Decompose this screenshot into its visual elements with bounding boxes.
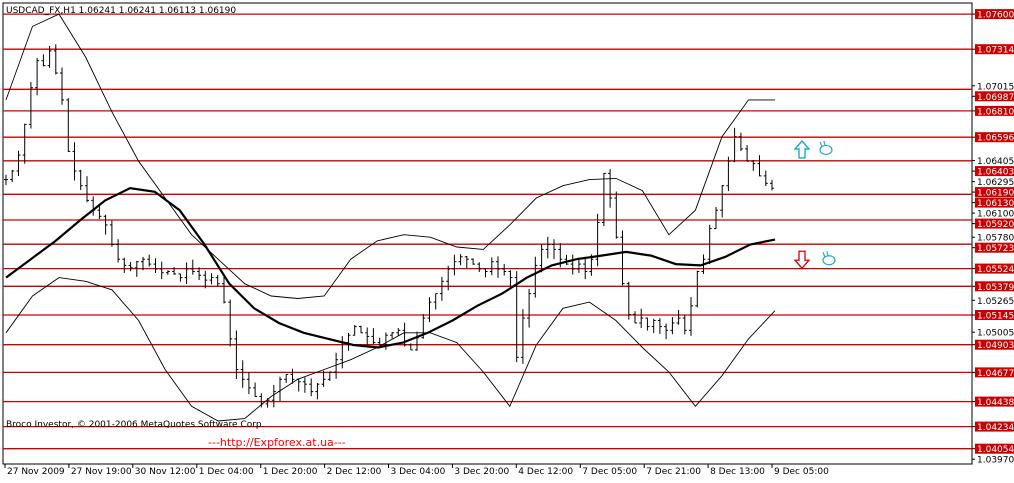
- price-tick-label: 1.05723: [977, 244, 1014, 254]
- watermark-link[interactable]: ---http://Expforex.at.ua---: [208, 436, 346, 449]
- time-tick-label: 9 Dec 05:00: [774, 467, 829, 477]
- price-tick-label: 1.06295: [977, 178, 1014, 188]
- price-tick-label: 1.05780: [977, 234, 1014, 244]
- price-tick-label: 1.04677: [977, 369, 1014, 379]
- time-tick-label: 8 Dec 13:00: [710, 467, 765, 477]
- symbol-info: USDCAD_FX,H1 1.06241 1.06241 1.06113 1.0…: [6, 6, 236, 16]
- price-tick-label: 1.05524: [977, 265, 1014, 275]
- time-tick-label: 1 Dec 04:00: [199, 467, 254, 477]
- price-tick-label: 1.04054: [977, 445, 1014, 455]
- price-tick-label: 1.06403: [977, 168, 1014, 178]
- price-tick-label: 1.07015: [977, 82, 1014, 92]
- price-tick-label: 1.06596: [977, 134, 1014, 144]
- price-tick-label: 1.05005: [977, 329, 1014, 339]
- price-tick-label: 1.04903: [977, 341, 1014, 351]
- price-tick-label: 1.06810: [977, 107, 1014, 117]
- price-tick-label: 1.05145: [977, 312, 1014, 322]
- price-tick-label: 1.03970: [977, 456, 1014, 466]
- time-tick-label: 7 Dec 05:00: [582, 467, 637, 477]
- price-tick-label: 1.05920: [977, 220, 1014, 230]
- price-chart[interactable]: 1.07600 1.07314 1.07015 1.06987 1.06810 1.065…: [0, 0, 1014, 479]
- time-tick-label: 27 Nov 2009: [7, 467, 65, 477]
- time-tick-label: 7 Dec 21:00: [646, 467, 701, 477]
- price-tick-label: 1.04438: [977, 398, 1014, 408]
- price-tick-label: 1.05265: [977, 297, 1014, 307]
- chart-background: [0, 0, 1014, 479]
- price-tick-label: 1.05379: [977, 283, 1014, 293]
- copyright-credit: Broco Investor, © 2001-2006 MetaQuotes S…: [6, 420, 265, 430]
- time-tick-label: 3 Dec 20:00: [454, 467, 509, 477]
- price-tick-label: 1.06130: [977, 199, 1014, 209]
- chart-canvas[interactable]: 1.07600 1.07314 1.070151.06987 1.06810 1.065…: [0, 0, 1014, 479]
- time-tick-label: 27 Nov 19:00: [71, 467, 132, 477]
- price-tick-label: 1.07600: [977, 11, 1014, 21]
- time-tick-label: 1 Dec 20:00: [263, 467, 318, 477]
- time-tick-label: 3 Dec 04:00: [391, 467, 446, 477]
- price-tick-label: 1.06987: [977, 93, 1014, 103]
- time-tick-label: 2 Dec 12:00: [327, 467, 382, 477]
- time-tick-label: 4 Dec 12:00: [518, 467, 573, 477]
- time-tick-label: 30 Nov 12:00: [135, 467, 196, 477]
- price-tick-label: 1.06190: [977, 189, 1014, 199]
- price-tick-label: 1.04234: [977, 423, 1014, 433]
- price-tick-label: 1.07314: [977, 46, 1014, 56]
- price-tick-label: 1.06100: [977, 210, 1014, 220]
- price-tick-label: 1.06405: [977, 157, 1014, 167]
